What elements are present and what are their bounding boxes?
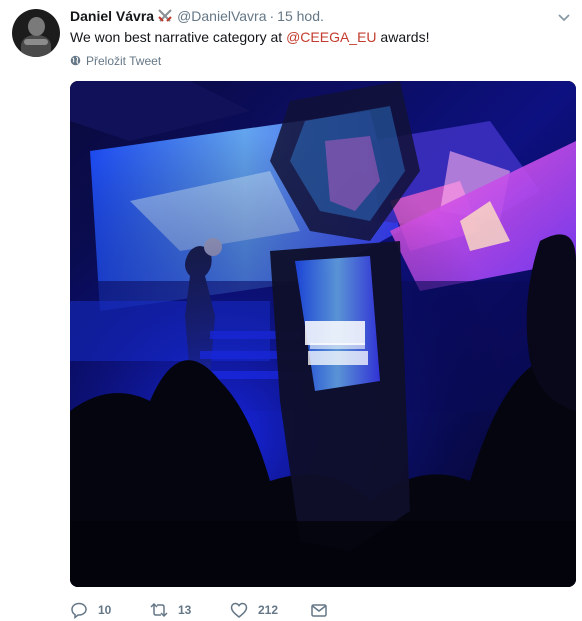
retweet-count: 13 (178, 603, 192, 617)
tweet-text-end: awards! (376, 29, 430, 45)
reply-icon (71, 602, 87, 619)
tweet-header: Daniel Vávra @DanielVavra · 15 hod. (70, 6, 324, 26)
tweet: Daniel Vávra @DanielVavra · 15 hod. We won … (0, 0, 582, 621)
like-count: 212 (258, 603, 279, 617)
tweet-text: We won best narrative category at @CEEGA… (70, 27, 429, 47)
translate-tweet-link[interactable]: Přeložit Tweet (70, 53, 161, 69)
mention-link[interactable]: @CEEGA_EU (286, 29, 376, 45)
author-name[interactable]: Daniel Vávra (70, 8, 154, 24)
message-icon (311, 604, 327, 617)
tweet-timestamp[interactable]: 15 hod. (277, 8, 324, 24)
retweet-button[interactable]: 13 (150, 600, 191, 620)
direct-message-button[interactable] (310, 600, 328, 620)
chevron-down-icon[interactable] (557, 10, 571, 22)
tweet-text-start: We won best narrative category at (70, 29, 287, 45)
author-handle[interactable]: @DanielVavra (177, 8, 266, 24)
globe-icon (70, 54, 81, 66)
crossed-swords-icon (157, 8, 173, 24)
like-button[interactable]: 212 (230, 600, 278, 620)
like-icon (230, 602, 248, 618)
separator: · (269, 8, 275, 24)
avatar[interactable] (12, 9, 60, 57)
reply-count: 10 (98, 603, 112, 617)
reply-button[interactable]: 10 (70, 600, 111, 620)
translate-label: Přeložit Tweet (86, 54, 162, 68)
tweet-photo[interactable] (70, 81, 576, 587)
retweet-icon (150, 602, 168, 618)
